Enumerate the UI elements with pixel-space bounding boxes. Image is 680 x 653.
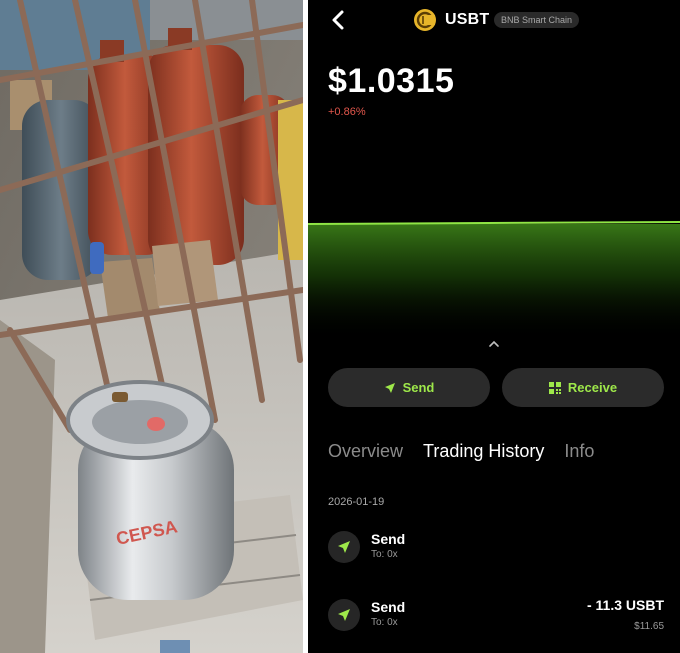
wallet-token-screen: USBT BNB Smart Chain $1.0315 +0.86% Send…	[308, 0, 680, 653]
chevron-up-icon[interactable]	[488, 336, 500, 347]
chain-badge: BNB Smart Chain	[494, 12, 580, 28]
transaction-title: Send	[371, 599, 406, 615]
photo-illustration: CEPSA	[0, 0, 303, 653]
send-arrow-icon	[328, 599, 360, 631]
receive-button-label: Receive	[567, 380, 618, 395]
token-symbol: USBT	[445, 11, 490, 28]
transaction-title: Send	[371, 531, 406, 547]
token-logo-icon	[414, 9, 436, 31]
tab-overview[interactable]: Overview	[328, 441, 403, 467]
transaction-recipient: To: 0x	[371, 549, 398, 560]
transaction-amount: - 11.3 USBT	[586, 597, 664, 613]
back-arrow-icon	[332, 10, 344, 30]
gas-cylinder-photo: CEPSA	[0, 0, 303, 653]
send-arrow-icon	[328, 531, 360, 563]
top-bar: USBT BNB Smart Chain	[308, 8, 680, 34]
chart-price-line	[308, 221, 680, 225]
price-change: +0.86%	[328, 106, 366, 118]
history-date: 2026-01-19	[328, 496, 385, 508]
chart-area-fill	[308, 224, 680, 340]
send-button[interactable]: Send	[328, 368, 490, 407]
tab-trading-history[interactable]: Trading History	[423, 441, 544, 467]
receive-button[interactable]: Receive	[502, 368, 664, 407]
screenshot-root: CEPSA USBT BNB Smart Chain $1.0315 +0.86…	[0, 0, 680, 653]
tab-bar: Overview Trading History Info	[328, 441, 680, 467]
transaction-recipient: To: 0x	[371, 617, 398, 628]
qr-code-icon	[548, 381, 561, 394]
price-chart-svg	[308, 221, 680, 340]
price-chart[interactable]	[308, 210, 680, 340]
transaction-fiat-value: $11.65	[634, 621, 664, 632]
transaction-row[interactable]: Send To: 0x - 11.3 USBT $11.65	[328, 597, 664, 635]
transaction-row[interactable]: Send To: 0x	[328, 531, 664, 567]
send-arrow-icon	[384, 382, 395, 393]
token-price: $1.0315	[328, 62, 455, 100]
tab-info[interactable]: Info	[564, 441, 594, 467]
back-button[interactable]	[328, 9, 350, 31]
send-button-label: Send	[402, 380, 435, 395]
